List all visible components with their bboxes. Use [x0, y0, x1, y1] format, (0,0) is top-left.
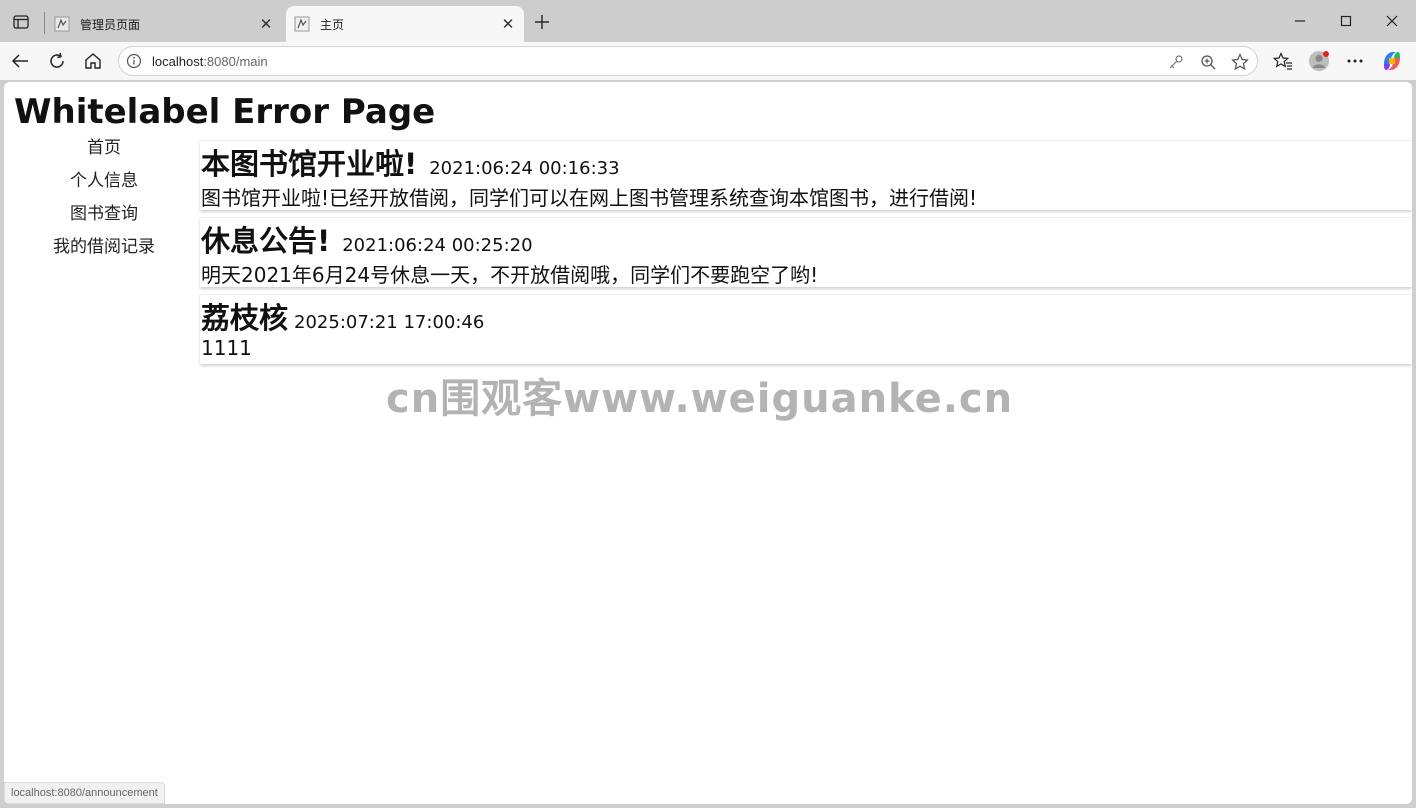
tab-title: 管理员页面: [80, 17, 141, 32]
url-text[interactable]: localhost:8080/main: [152, 54, 268, 69]
more-menu-icon[interactable]: [1344, 50, 1366, 72]
nav-link-book-search[interactable]: 图书查询: [34, 202, 174, 235]
favorites-icon[interactable]: [1272, 50, 1294, 72]
tab-separator: [44, 12, 45, 34]
tab-admin-page[interactable]: 管理员页面 ✕: [46, 6, 282, 42]
announcement-header: 荔枝核 2025:07:21 17:00:46: [201, 295, 485, 335]
reload-icon[interactable]: [46, 50, 68, 72]
page-viewport: Whitelabel Error Page 首页 个人信息 图书查询 我的借阅记…: [4, 82, 1412, 804]
tab-title: 主页: [320, 17, 345, 32]
announcement-body: 图书馆开业啦!已经开放借阅，同学们可以在网上图书管理系统查询本馆图书，进行借阅!: [201, 186, 978, 210]
tab-strip: 管理员页面 ✕ 主页 ✕: [0, 0, 1416, 42]
announcement-card[interactable]: 休息公告! 2021:06:24 00:25:20 明天2021年6月24号休息一…: [200, 217, 1412, 287]
nav-link-home[interactable]: 首页: [34, 136, 174, 169]
announcement-time: 2021:06:24 00:25:20: [342, 235, 533, 256]
minimize-icon[interactable]: [1288, 10, 1312, 32]
page-title: Whitelabel Error Page: [14, 92, 436, 132]
announcement-header: 本图书馆开业啦! 2021:06:24 00:16:33: [201, 141, 620, 181]
nav-link-profile[interactable]: 个人信息: [34, 169, 174, 202]
key-icon[interactable]: [1167, 53, 1185, 71]
zoom-icon[interactable]: [1199, 53, 1217, 71]
close-window-icon[interactable]: [1380, 10, 1404, 32]
side-navigation: 首页 个人信息 图书查询 我的借阅记录: [34, 136, 174, 268]
favicon-icon: [54, 16, 70, 32]
tab-actions-icon[interactable]: [10, 12, 32, 32]
announcement-title: 本图书馆开业啦!: [201, 147, 418, 181]
profile-avatar-icon[interactable]: [1308, 50, 1330, 72]
browser-toolbar: localhost:8080/main: [0, 42, 1416, 80]
back-icon[interactable]: [9, 50, 31, 72]
favorite-star-icon[interactable]: [1231, 53, 1249, 71]
close-tab-icon[interactable]: ✕: [498, 14, 518, 34]
address-bar[interactable]: localhost:8080/main: [118, 46, 1258, 76]
status-bar-url: localhost:8080/announcement: [4, 782, 165, 804]
announcement-body: 1111: [201, 336, 252, 360]
url-host: localhost: [152, 54, 204, 69]
close-tab-icon[interactable]: ✕: [256, 14, 276, 34]
announcement-card[interactable]: 本图书馆开业啦! 2021:06:24 00:16:33 图书馆开业啦!已经开放借…: [200, 140, 1412, 210]
tab-main[interactable]: 主页 ✕: [286, 6, 524, 42]
announcement-title: 休息公告!: [201, 224, 331, 258]
favicon-icon: [294, 16, 310, 32]
maximize-icon[interactable]: [1334, 10, 1358, 32]
announcement-time: 2021:06:24 00:16:33: [429, 158, 620, 179]
announcement-title: 荔枝核: [201, 301, 289, 335]
announcement-body: 明天2021年6月24号休息一天，不开放借阅哦，同学们不要跑空了哟!: [201, 263, 819, 287]
home-icon[interactable]: [82, 50, 104, 72]
url-path: :8080/main: [203, 54, 268, 69]
announcement-time: 2025:07:21 17:00:46: [294, 312, 485, 333]
nav-link-borrow-records[interactable]: 我的借阅记录: [34, 235, 174, 268]
site-info-icon[interactable]: [126, 53, 142, 69]
announcement-card[interactable]: 荔枝核 2025:07:21 17:00:46 1111: [200, 294, 1412, 364]
announcement-header: 休息公告! 2021:06:24 00:25:20: [201, 218, 533, 258]
announcement-list: 本图书馆开业啦! 2021:06:24 00:16:33 图书馆开业啦!已经开放借…: [200, 140, 1412, 371]
watermark: cn围观客www.weiguanke.cn: [386, 376, 1014, 422]
new-tab-icon[interactable]: [532, 12, 552, 32]
copilot-icon[interactable]: [1381, 50, 1403, 72]
